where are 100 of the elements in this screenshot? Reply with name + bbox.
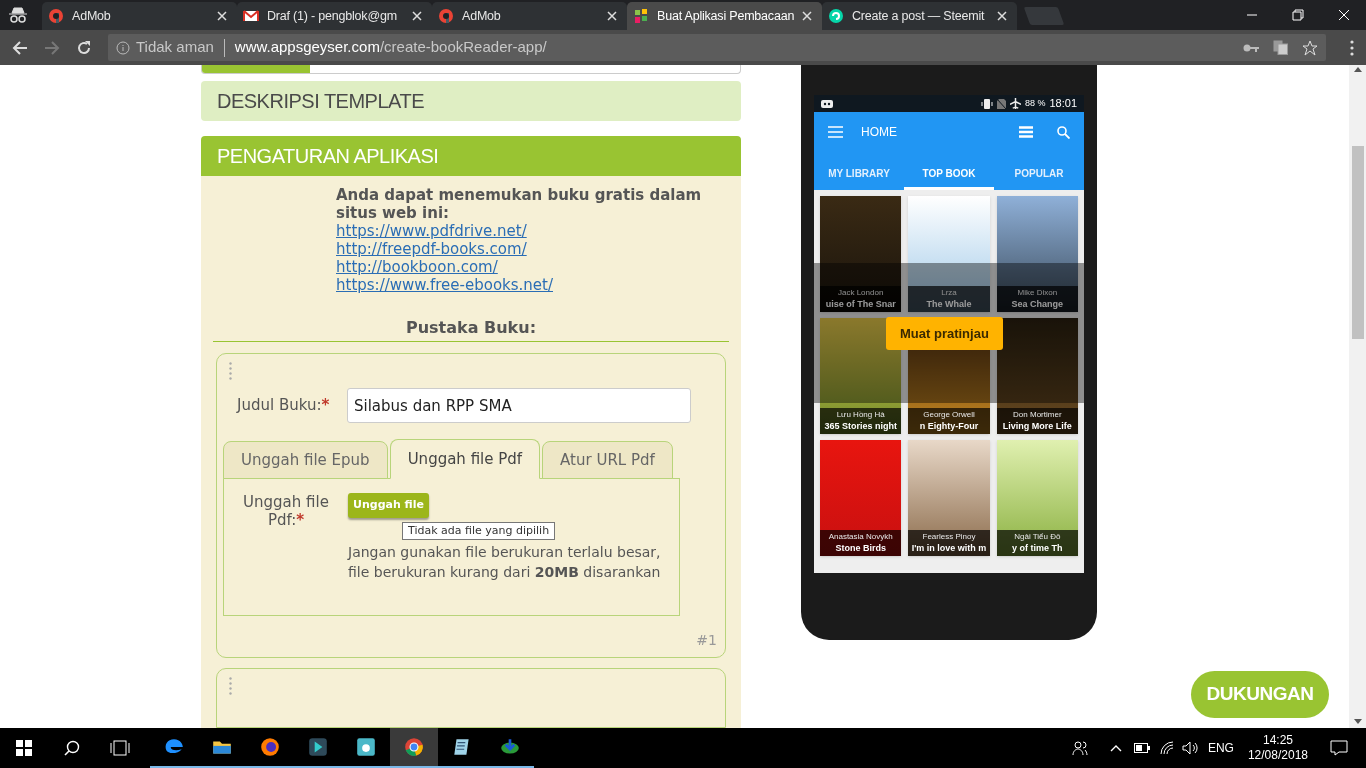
reload-icon[interactable] [76,39,92,56]
chevron-up-icon[interactable] [1109,744,1122,752]
scrollbar-thumb[interactable] [1351,146,1364,339]
star-icon[interactable] [1302,39,1318,56]
address-bar[interactable]: Tidak aman www.appsgeyser.com/create-bookReader-app/ [108,34,1326,61]
camera-icon [355,736,377,758]
browser-tab[interactable]: Draf (1) - pengblok@gm [237,2,432,30]
battery-level: 88 % [1024,96,1046,110]
book-cover[interactable]: Jack London uise of The Snar [820,196,902,312]
close-icon[interactable] [802,11,813,21]
close-icon[interactable] [217,11,227,21]
book-cover[interactable]: Don Mortimer Living More Life [996,318,1078,434]
browser-tab[interactable]: AdMob [432,2,627,30]
back-icon[interactable] [12,39,28,56]
browser-icon [403,736,425,758]
app-title: HOME [861,124,898,141]
section-header[interactable]: DESKRIPSI TEMPLATE [201,81,741,122]
book-cover[interactable]: Lrza The Whale [908,196,990,312]
clock[interactable]: 14:25 12/08/2018 [1247,733,1308,763]
scrollbar[interactable] [1349,65,1366,728]
logo-icon [438,8,454,24]
list-icon[interactable] [1019,126,1033,138]
task-view-icon[interactable] [110,740,130,756]
upload-tab[interactable]: Atur URL Pdf [542,441,673,479]
book-author: Jack London [837,287,884,298]
book-author: Lrza [941,287,957,298]
book-title: Living More Life [1002,420,1072,432]
taskbar-app[interactable] [390,728,438,768]
windows-start-icon[interactable] [16,740,32,756]
link[interactable]: http://freepdf-books.com/ [336,240,527,258]
drag-handle-icon[interactable] [229,677,232,695]
close-icon[interactable] [607,11,617,21]
book-author: Anastasia Novykh [828,531,893,542]
key-icon[interactable] [1243,42,1259,53]
airplane-icon [1009,98,1021,109]
book-author: Fearless Pinoy [922,531,976,542]
logo-icon [633,8,649,24]
upload-tab[interactable]: Unggah file Epub [223,441,388,479]
link[interactable]: http://bookboon.com/ [336,258,498,276]
book-title: 365 Stories night [824,420,897,432]
book-title: Stone Birds [835,542,886,554]
restore-icon[interactable] [1292,9,1304,21]
people-icon[interactable] [1071,740,1088,756]
vibrate-icon [980,98,993,109]
android-icon [821,99,833,108]
tooltip: Tidak ada file yang dipilih [402,522,556,540]
book-author: Ngải Tiểu Đô [1014,531,1061,542]
book-author: Lưu Hồng Hà [836,409,885,420]
book-title: uise of The Snar [825,298,896,310]
help-text: Jangan gunakan file berukuran terlalu besar, file berukuran kurang dari 20MB disarankan [348,543,662,582]
url-text: www.appsgeyser.com/create-bookReader-app/ [234,37,547,58]
book-cover[interactable]: Ngải Tiểu Đô y of time Th [996,440,1078,556]
book-cover[interactable]: Fearless Pinoy I'm in love with m [908,440,990,556]
logo-icon [828,8,844,24]
book-title: I'm in love with m [911,542,987,554]
book-title: y of time Th [1012,542,1063,554]
link[interactable]: https://www.pdfdrive.net/ [336,222,527,240]
entry-number: #1 [696,631,717,650]
logo-icon [48,8,64,24]
browser-icon [259,736,281,758]
close-icon[interactable] [997,11,1007,21]
library-heading: Pustaka Buku: [213,316,729,342]
speaker-icon[interactable] [1181,741,1198,755]
link[interactable]: https://www.free-ebooks.net/ [336,276,553,294]
book-author: Mike Dixon [1017,287,1058,298]
battery-icon[interactable] [1133,743,1150,753]
book-author: Don Mortimer [1013,409,1062,420]
scroll-up-icon[interactable] [1353,67,1362,72]
browser-tab[interactable]: AdMob [42,2,237,30]
book-title: n Eighty-Four [919,420,979,432]
clock: 18:01 [1049,96,1077,112]
translate-icon[interactable] [1273,40,1288,55]
scroll-down-icon[interactable] [1353,719,1362,724]
wifi-icon[interactable] [1159,741,1174,755]
book-cover[interactable]: Anastasia Novykh Stone Birds [820,440,902,556]
language-indicator[interactable]: ENG [1207,739,1234,757]
book-cover[interactable]: Lưu Hồng Hà 365 Stories night [820,318,902,434]
play-icon [307,736,329,758]
preview-button[interactable]: Muat pratinjau [886,317,1003,350]
info-text: Anda dapat menemukan buku gratis dalam situs web ini: [336,186,703,222]
drag-handle-icon[interactable] [229,362,232,380]
search-icon[interactable] [64,740,80,756]
incognito-icon [8,7,28,23]
notifications-icon[interactable] [1330,740,1348,756]
close-icon[interactable] [412,11,422,21]
book-title: The Whale [926,298,972,310]
security-label: Tidak aman [136,37,214,58]
info-icon [116,40,130,55]
book-title-input[interactable]: Silabus dan RPP SMA [347,388,691,423]
browser-tab[interactable]: Buat Aplikasi Pembacaan [627,2,822,30]
no-sim-icon [996,98,1006,109]
field-label: Unggah file Pdf:* [242,493,330,531]
mail-icon [243,8,259,24]
upload-tab[interactable]: Unggah file Pdf [389,439,541,479]
field-label: Judul Buku:* [237,396,330,414]
menu-icon[interactable] [1350,39,1354,56]
book-title: Sea Change [1011,298,1064,310]
browser-tab[interactable]: Create a post — Steemit [822,2,1017,30]
book-author: George Orwell [923,409,975,420]
book-cover[interactable]: Mike Dixon Sea Change [996,196,1078,312]
